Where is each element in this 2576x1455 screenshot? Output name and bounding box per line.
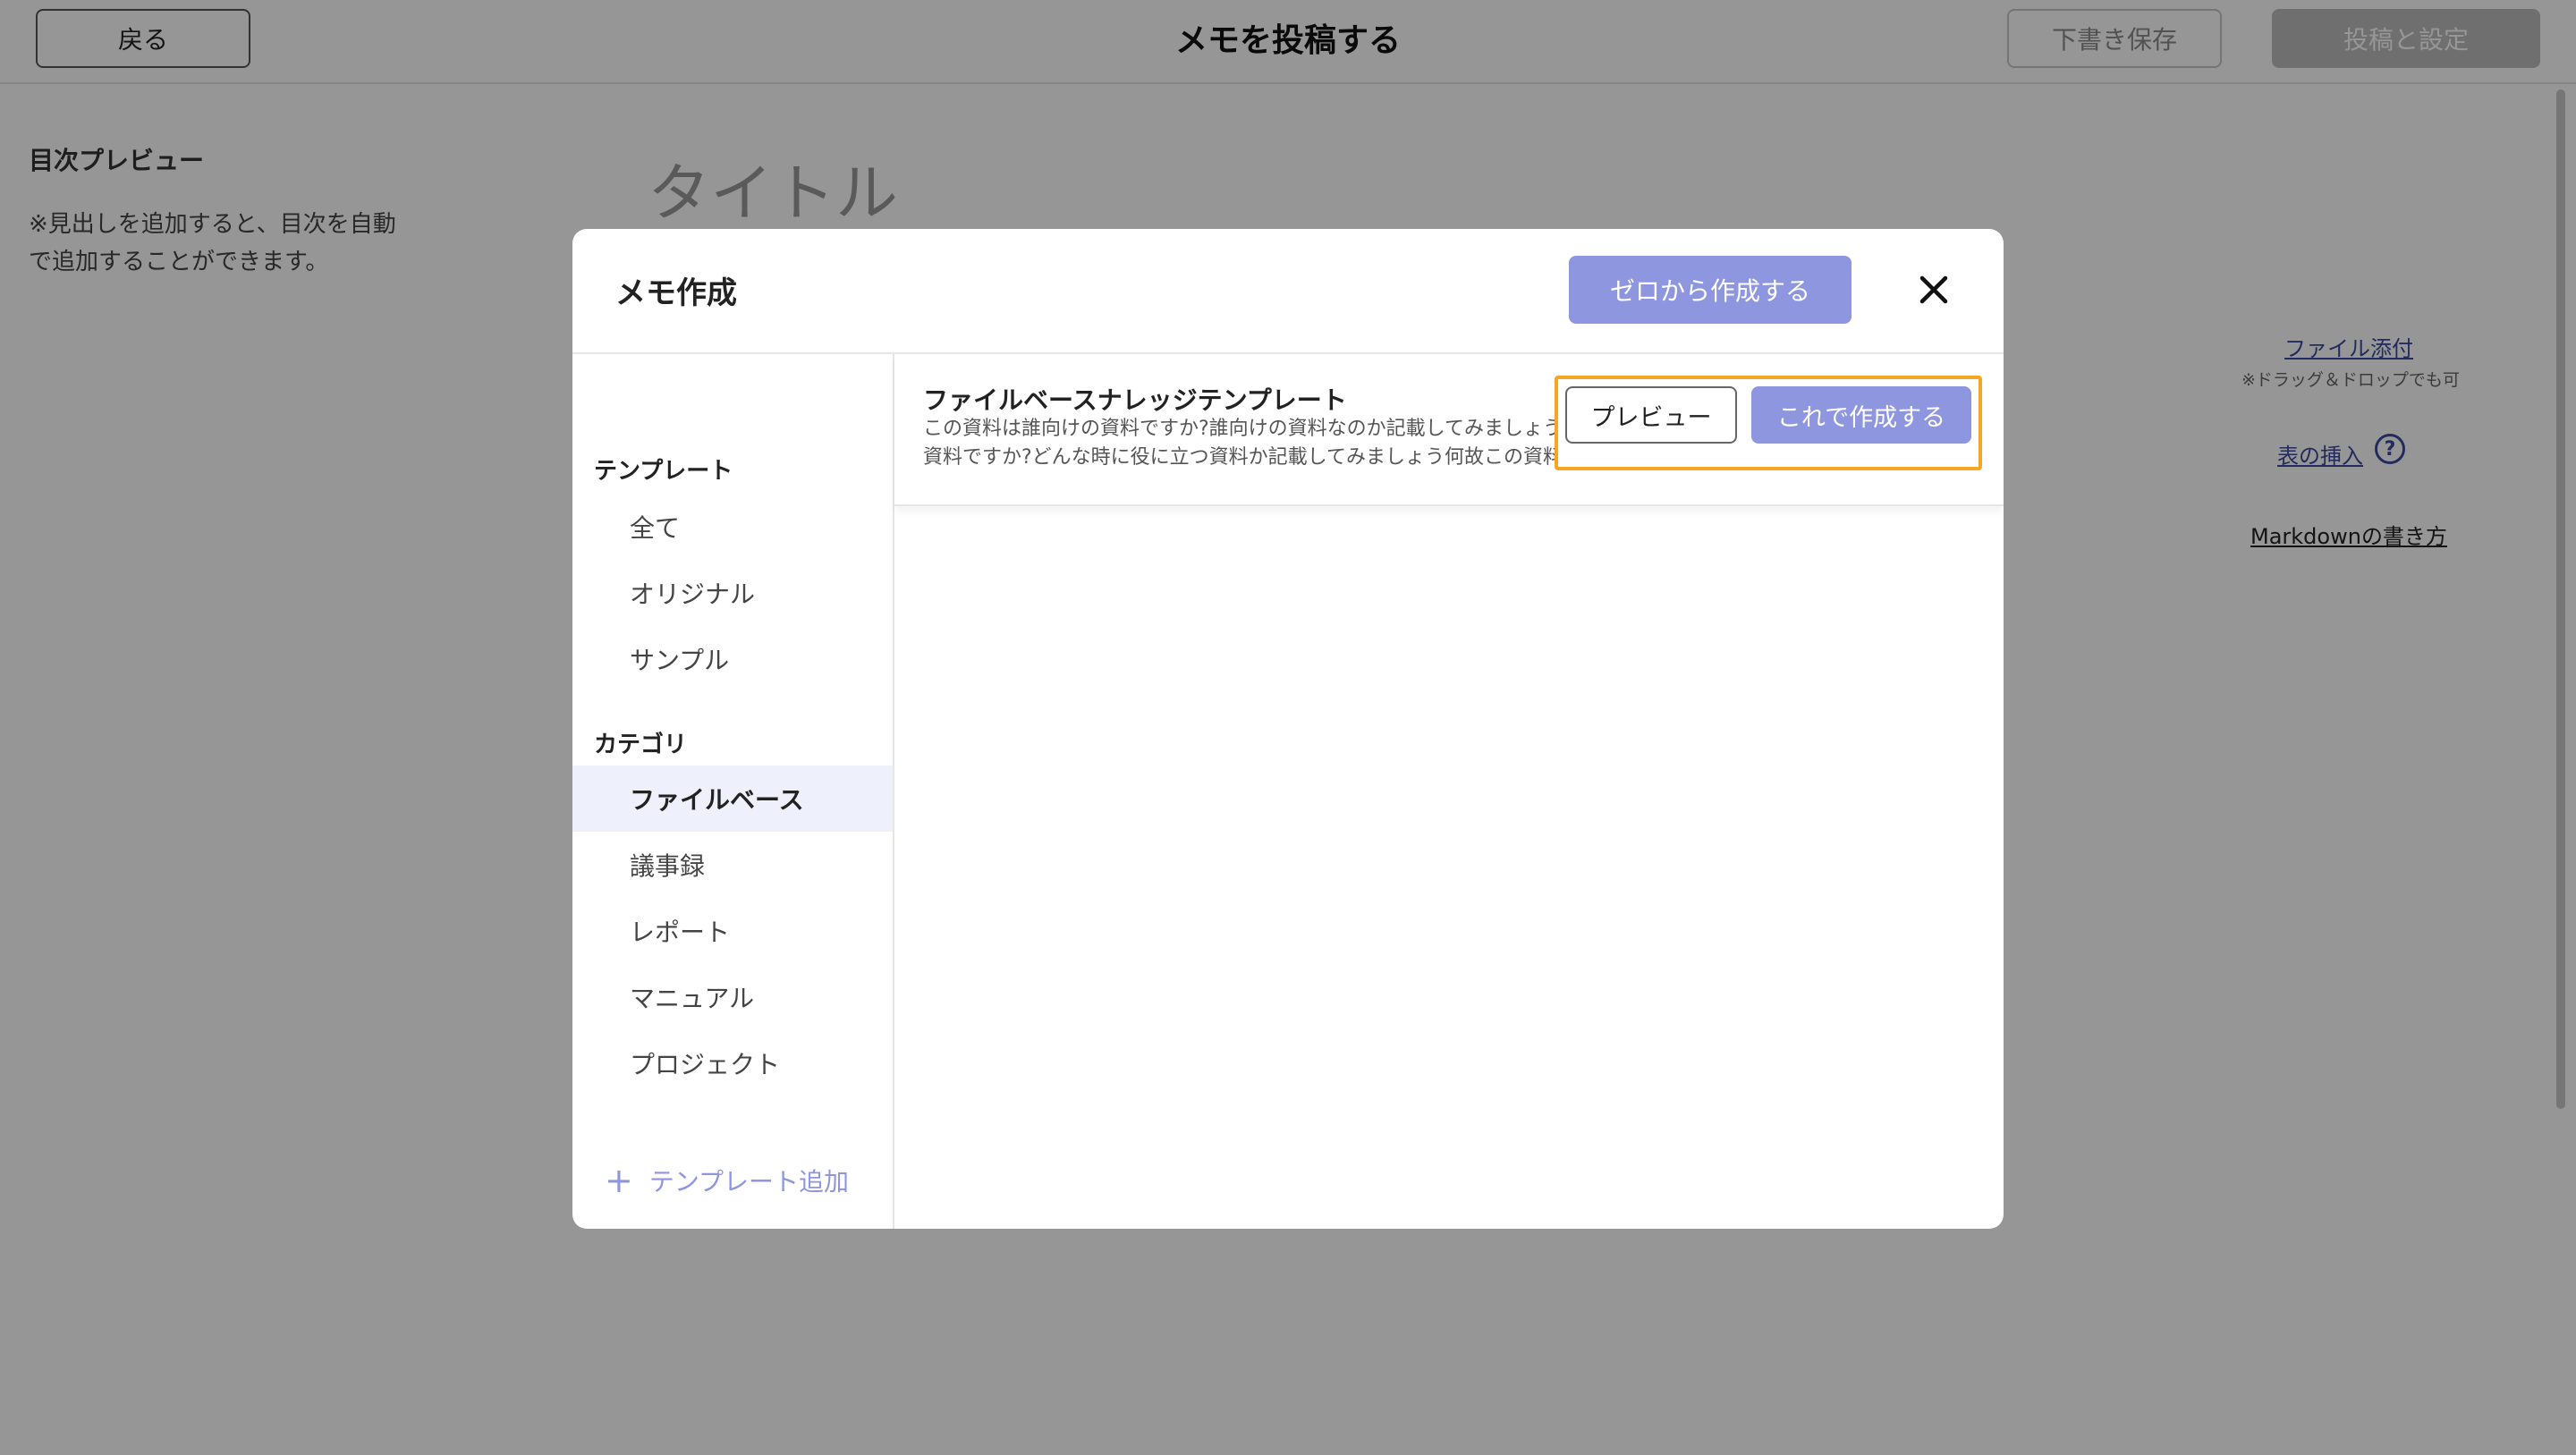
- category-section-label: カテゴリ: [594, 732, 688, 758]
- template-list: ファイルベースナレッジテンプレート この資料は誰向けの資料ですか?誰向けの資料な…: [894, 354, 2004, 1229]
- sidebar-item-file-based[interactable]: ファイルベース: [572, 766, 893, 832]
- create-with-template-button[interactable]: これで作成する: [1751, 386, 1971, 444]
- template-name: ファイルベースナレッジテンプレート: [923, 385, 1347, 415]
- plus-icon: +: [605, 1161, 633, 1200]
- template-card[interactable]: ファイルベースナレッジテンプレート この資料は誰向けの資料ですか?誰向けの資料な…: [894, 354, 2004, 506]
- sidebar-item-report[interactable]: レポート: [572, 898, 893, 964]
- add-template-button[interactable]: + テンプレート追加: [605, 1163, 849, 1198]
- sidebar-item-project[interactable]: プロジェクト: [572, 1030, 893, 1096]
- template-sidebar: テンプレート 全て オリジナル サンプル カテゴリ ファイルベース 議事録 レポ…: [572, 354, 894, 1229]
- sidebar-item-original[interactable]: オリジナル: [572, 560, 893, 626]
- sidebar-item-sample[interactable]: サンプル: [572, 626, 893, 692]
- close-icon[interactable]: [1911, 266, 1957, 313]
- sidebar-item-minutes[interactable]: 議事録: [572, 832, 893, 898]
- sidebar-item-all[interactable]: 全て: [572, 494, 893, 560]
- add-template-label: テンプレート追加: [648, 1167, 850, 1197]
- modal-header: メモ作成 ゼロから作成する: [572, 229, 2004, 354]
- preview-button[interactable]: プレビュー: [1565, 386, 1737, 444]
- create-memo-modal: メモ作成 ゼロから作成する テンプレート 全て オリジナル サンプル カテゴリ …: [572, 229, 2004, 1229]
- modal-title: メモ作成: [615, 275, 737, 311]
- sidebar-item-manual[interactable]: マニュアル: [572, 964, 893, 1030]
- create-from-scratch-button[interactable]: ゼロから作成する: [1569, 256, 1852, 324]
- template-section-label: テンプレート: [594, 458, 733, 485]
